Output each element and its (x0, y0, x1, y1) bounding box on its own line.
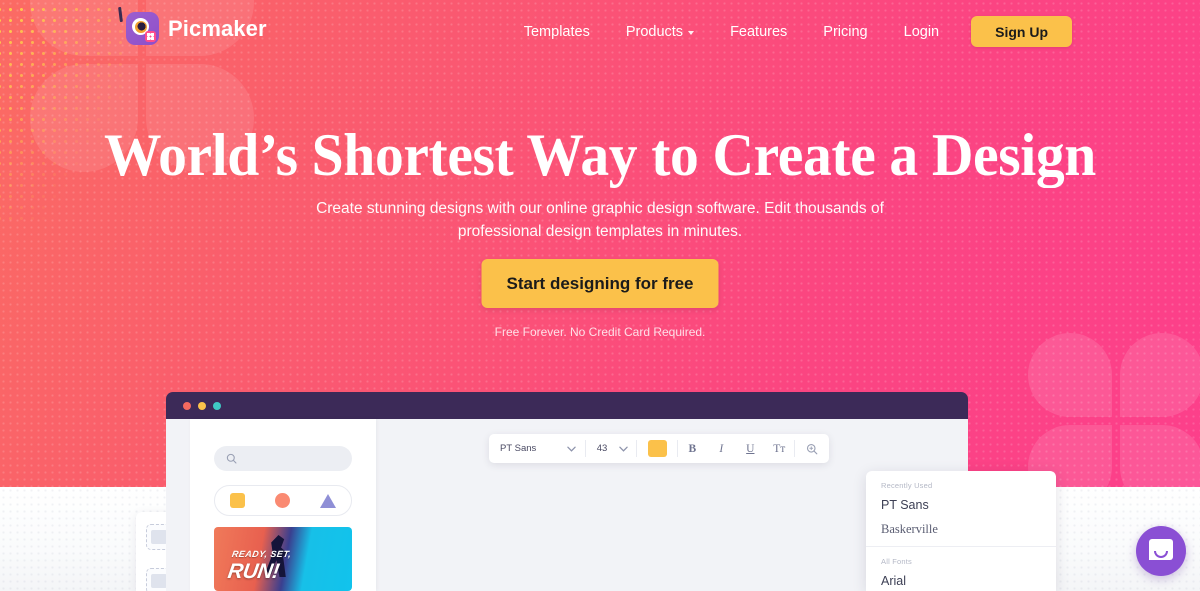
editor-sidebar: READY, SET, RUN! (190, 419, 376, 591)
window-minimize-dot[interactable] (198, 401, 206, 410)
cta-note: Free Forever. No Credit Card Required. (494, 325, 706, 339)
start-designing-button[interactable]: Start designing for free (481, 259, 719, 308)
nav-label: Templates (523, 23, 590, 40)
bold-button[interactable]: B (678, 443, 707, 455)
font-option-pt-sans[interactable]: PT Sans (866, 493, 1056, 517)
text-size-button[interactable]: Tт (765, 443, 794, 455)
color-swatch-icon (647, 440, 667, 457)
nav-label: Login (903, 23, 940, 40)
nav-item-features[interactable]: Features (712, 17, 805, 47)
decorative-petals-right (1028, 333, 1200, 487)
hero-subheading: Create stunning designs with our online … (316, 200, 884, 240)
nav-item-login[interactable]: Login (886, 17, 957, 47)
window-maximize-dot[interactable] (213, 401, 221, 410)
template-card-line2: RUN! (226, 560, 281, 583)
nav-label: Features (730, 23, 788, 40)
nav-item-pricing[interactable]: Pricing (805, 17, 885, 47)
pen-icon (118, 6, 123, 23)
nav-item-products[interactable]: Products (608, 17, 712, 47)
underline-button[interactable]: U (736, 443, 765, 455)
nav-label: Pricing (823, 23, 868, 40)
italic-button[interactable]: I (707, 443, 736, 455)
window-close-dot[interactable] (183, 401, 191, 410)
zoom-button[interactable] (795, 443, 829, 455)
search-icon (226, 453, 237, 464)
font-size-select[interactable]: 43 (586, 443, 637, 454)
sign-up-button[interactable]: Sign Up (971, 16, 1072, 47)
editor-mockup-window: READY, SET, RUN! (166, 392, 968, 591)
intercom-chat-button[interactable] (1136, 526, 1186, 576)
text-toolbar: PT Sans 43 B I U Tт (489, 434, 829, 463)
brand-name: Picmaker (168, 15, 267, 41)
shape-picker (214, 485, 352, 516)
nav-label: Products (625, 23, 684, 40)
page-title: World’s Shortest Way to Create a Design (104, 122, 1096, 188)
picmaker-logo-icon (118, 6, 159, 45)
triangle-shape-icon[interactable] (320, 493, 336, 508)
nav-item-templates[interactable]: Templates (506, 17, 608, 47)
top-navigation: Picmaker Templates Products Features Pri… (0, 0, 1200, 62)
chevron-down-icon (567, 446, 576, 452)
template-card[interactable]: READY, SET, RUN! (214, 527, 352, 591)
all-fonts-label: All Fonts (881, 557, 912, 566)
magnifier-plus-icon (806, 443, 818, 454)
brand-logo[interactable]: Picmaker (118, 6, 267, 45)
font-family-dropdown: Recently Used PT Sans Baskerville All Fo… (866, 471, 1056, 591)
chevron-down-icon (688, 30, 695, 35)
recently-used-label: Recently Used (881, 481, 933, 490)
font-option-arial[interactable]: Arial (866, 569, 1056, 591)
nav-links: Templates Products Features Pricing Logi… (506, 16, 1072, 47)
font-family-value: PT Sans (500, 443, 537, 454)
logo-dots-shape (145, 31, 156, 42)
font-size-value: 43 (596, 443, 608, 454)
template-card-line1: READY, SET, (231, 549, 293, 559)
search-input[interactable] (214, 446, 352, 471)
text-color-button[interactable] (637, 440, 677, 457)
window-titlebar (166, 392, 968, 419)
font-family-select[interactable]: PT Sans (489, 443, 585, 454)
chevron-down-icon (619, 446, 629, 452)
font-option-baskerville[interactable]: Baskerville (866, 517, 1056, 542)
square-shape-icon[interactable] (230, 493, 245, 508)
circle-shape-icon[interactable] (275, 493, 290, 508)
